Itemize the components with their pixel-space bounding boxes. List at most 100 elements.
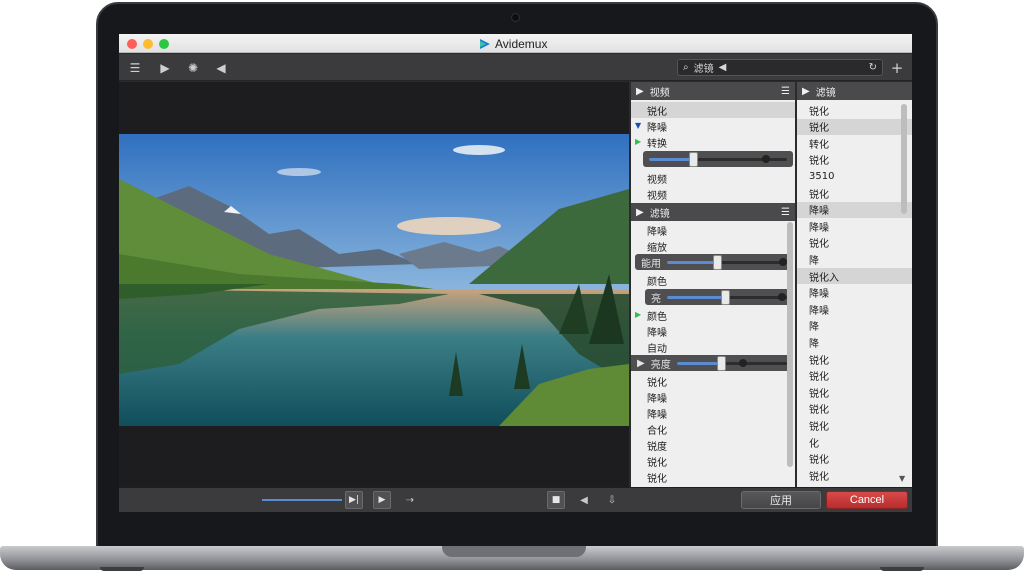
menu-icon[interactable]: ☰ (125, 58, 145, 77)
slider-3[interactable]: 亮 (645, 289, 793, 305)
slider-3-fill (667, 295, 725, 299)
flag-icon: ▶ (635, 137, 642, 146)
list-item[interactable]: 视频 (631, 186, 795, 202)
forward-icon[interactable]: ⇢ (401, 492, 419, 509)
slider-3-label: 亮 (651, 293, 661, 305)
laptop-foot-left (100, 567, 144, 571)
search-icon: ⌕ (683, 62, 689, 73)
list-item[interactable]: 锐化入 (797, 268, 912, 284)
webcam (511, 13, 520, 22)
list-item[interactable]: 降 (797, 251, 912, 267)
slider-2[interactable]: 能用 (635, 254, 793, 270)
list-item[interactable]: 转化 (797, 135, 912, 151)
list-item[interactable]: 锐化 (797, 401, 912, 417)
collapse-arrow-icon[interactable]: ▶ (636, 86, 644, 97)
slider-2-track[interactable] (667, 254, 788, 270)
laptop-foot-right (880, 567, 924, 571)
list-item[interactable]: 锐化 (631, 373, 795, 389)
list-item[interactable]: 锐化 (797, 152, 912, 168)
slider-4-handle[interactable] (716, 355, 726, 371)
list-item[interactable]: 锐化 (797, 417, 912, 433)
category-header-2-label: 滤镜 (649, 208, 670, 220)
list-item[interactable]: 锐化 (631, 453, 795, 469)
list-item[interactable]: 视频 (631, 170, 795, 186)
slider-4[interactable]: ▶ 亮度 (631, 355, 793, 371)
list-item[interactable]: 锐化 (797, 235, 912, 251)
filter-list-header-label: 滤镜 (815, 87, 836, 99)
seek-bar[interactable] (262, 499, 342, 501)
slider-1[interactable] (643, 151, 793, 167)
list-item[interactable]: 降噪 (631, 389, 795, 405)
right-panel-scrollbar[interactable] (901, 104, 907, 214)
effects-icon[interactable]: ✺ (183, 58, 203, 77)
list-item[interactable]: 锐化 (631, 102, 795, 118)
list-item[interactable]: 合化 (631, 421, 795, 437)
collapse-arrow-icon[interactable]: ▶ (636, 207, 644, 218)
search-label: 滤镜 (693, 64, 714, 75)
list-item[interactable]: 3510 (797, 168, 912, 184)
list-item[interactable]: 降噪 (631, 222, 795, 238)
volume-icon[interactable]: ◀ (575, 492, 593, 509)
list-item[interactable]: 锐化 (797, 451, 912, 467)
flag-icon: ▶ (635, 310, 642, 319)
list-icon[interactable]: ☰ (781, 207, 790, 218)
title-bar: Avidemux (119, 34, 912, 53)
list-item[interactable]: 缩放 (631, 238, 795, 254)
left-panel-scrollbar[interactable] (787, 222, 793, 467)
list-item[interactable]: 降噪 (797, 285, 912, 301)
collapse-arrow-icon[interactable]: ▶ (802, 86, 810, 97)
list-item[interactable]: 颜色 (631, 272, 795, 288)
list-item[interactable]: 自动 (631, 339, 795, 355)
slider-2-label: 能用 (641, 258, 661, 270)
list-item[interactable]: 锐化 (797, 102, 912, 118)
list-item[interactable]: 锐化 (797, 467, 912, 483)
list-item[interactable]: 锐化 (797, 368, 912, 384)
next-frame-icon[interactable]: ▶| (345, 491, 363, 509)
list-item[interactable]: 锐化 (797, 185, 912, 201)
list-item[interactable]: 化 (797, 434, 912, 450)
slider-1-track[interactable] (649, 151, 787, 167)
close-window-button[interactable] (127, 39, 137, 49)
list-item[interactable]: 降噪 (797, 301, 912, 317)
list-icon[interactable]: ☰ (781, 86, 790, 97)
app-window: Avidemux ☰ ▶ ✺ ◀ ⌕ 滤镜 ◀ ↻ + ▶| ▶ ⇢ ■ ◀ ⇩… (119, 34, 912, 512)
list-item[interactable]: 锐化 (631, 469, 795, 485)
list-item[interactable]: 锐化 (797, 351, 912, 367)
list-item[interactable]: 锐度 (631, 437, 795, 453)
slider-4-track[interactable] (676, 355, 787, 371)
collapse-arrow-icon[interactable]: ▶ (637, 358, 645, 369)
add-icon[interactable]: + (887, 58, 907, 77)
refresh-icon[interactable]: ↻ (869, 62, 877, 73)
slider-3-handle[interactable] (720, 289, 730, 305)
play-icon[interactable]: ▶ (155, 58, 175, 77)
list-item[interactable]: 降噪 (631, 405, 795, 421)
list-item[interactable]: ▶ 转换 (631, 134, 795, 150)
list-item[interactable]: ▶ 颜色 (631, 307, 795, 323)
list-item[interactable]: 降噪 (631, 323, 795, 339)
list-item[interactable]: 降噪 (797, 201, 912, 218)
list-item[interactable]: 降噪 (797, 218, 912, 234)
cancel-button[interactable]: Cancel (826, 491, 908, 509)
slider-3-dot (778, 292, 787, 301)
video-frame (119, 134, 629, 426)
list-item[interactable]: 锐化 (797, 118, 912, 135)
slider-3-track[interactable] (667, 289, 787, 305)
maximize-window-button[interactable] (159, 39, 169, 49)
apply-button[interactable]: 应用 (741, 491, 821, 509)
list-item[interactable]: ▼ 降噪 (631, 118, 795, 134)
list-item[interactable]: 锐化 (797, 384, 912, 400)
filter-category-panel: ▶ 视频 ☰ 锐化 ▼ 降噪 ▶ 转换 视频 视频 ▶ 滤镜 ☰ 降噪 缩放 能用 … (631, 82, 795, 487)
list-item[interactable]: 降 (797, 334, 912, 350)
stop-icon[interactable]: ■ (547, 491, 565, 509)
download-icon[interactable]: ⇩ (603, 492, 621, 509)
audio-icon[interactable]: ◀ (211, 58, 231, 77)
slider-1-handle[interactable] (689, 151, 699, 167)
filter-search-box[interactable]: ⌕ 滤镜 ◀ ↻ (677, 59, 883, 76)
slider-4-fill (676, 361, 721, 365)
list-item[interactable]: 降 (797, 318, 912, 334)
play-button-icon[interactable]: ▶ (373, 491, 391, 509)
minimize-window-button[interactable] (143, 39, 153, 49)
slider-4-label: 亮度 (650, 359, 671, 371)
scroll-down-icon[interactable]: ▼ (899, 474, 905, 483)
slider-2-handle[interactable] (713, 254, 723, 270)
